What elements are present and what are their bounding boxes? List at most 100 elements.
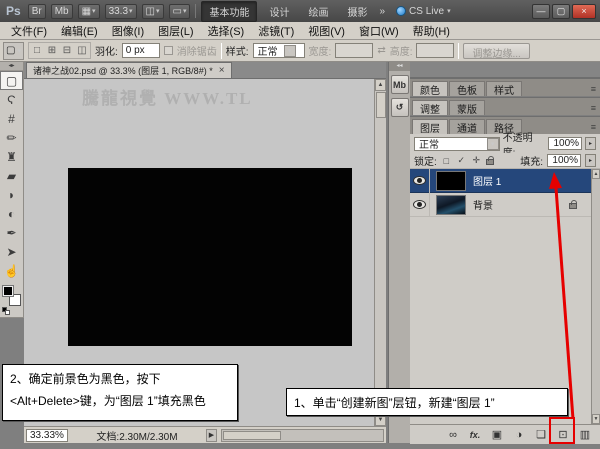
eraser-tool[interactable]: ▰	[0, 166, 23, 185]
document-tab[interactable]: 诸神之战02.psd @ 33.3% (图层 1, RGB/8#) * ×	[26, 62, 232, 78]
visibility-toggle[interactable]	[410, 169, 430, 193]
dock-collapse-toggle[interactable]: ◂◂	[389, 62, 410, 71]
rectangular-marquee-tool[interactable]: ▢	[0, 71, 23, 90]
menu-layer[interactable]: 图层(L)	[151, 21, 200, 41]
crop-tool[interactable]: #	[0, 109, 23, 128]
zoom-level-dropdown[interactable]: 33.3▾	[105, 4, 137, 19]
workspace-design-button[interactable]: 设计	[262, 2, 296, 21]
status-flyout-button[interactable]: ▶	[206, 429, 217, 442]
refine-edge-button[interactable]: 调整边缘...	[463, 43, 529, 59]
scroll-up-icon[interactable]: ▲	[592, 169, 600, 179]
opacity-input[interactable]: 100%	[548, 137, 582, 150]
intersect-selection-icon[interactable]: ◫	[75, 45, 89, 56]
launch-minibridge-button[interactable]: Mb	[51, 4, 73, 19]
tab-layers[interactable]: 图层	[412, 119, 448, 134]
blend-mode-select[interactable]: 正常 ▾	[414, 137, 500, 151]
lock-transparency-icon[interactable]: □	[441, 156, 452, 166]
layer-style-icon[interactable]: fx.	[468, 430, 482, 440]
tab-styles[interactable]: 样式	[486, 81, 522, 96]
cs-live-button[interactable]: CS Live ▾	[396, 6, 451, 17]
close-button[interactable]: ×	[572, 4, 596, 19]
style-select[interactable]: 正常 ▾	[253, 43, 305, 58]
hand-tool[interactable]: ☝	[0, 261, 23, 280]
lock-position-icon[interactable]: ✛	[471, 155, 482, 166]
menu-window[interactable]: 窗口(W)	[352, 21, 406, 41]
minibridge-panel-button[interactable]: Mb	[391, 75, 409, 94]
workspace-overflow-button[interactable]: »	[379, 6, 385, 17]
vertical-scrollbar[interactable]: ▲ ▼	[374, 79, 386, 426]
subtract-selection-icon[interactable]: ⊟	[60, 45, 74, 56]
filled-black-layer-canvas[interactable]	[68, 168, 352, 346]
horizontal-scrollbar[interactable]	[221, 429, 384, 442]
panel-menu-icon[interactable]: ≡	[591, 122, 598, 134]
brush-tool[interactable]: ✏	[0, 128, 23, 147]
toolbar-collapse-toggle[interactable]: ◂▸	[0, 62, 23, 71]
foreground-color-swatch[interactable]	[2, 285, 14, 297]
opacity-spinner-icon[interactable]: ▸	[585, 137, 596, 150]
visibility-toggle[interactable]	[410, 193, 430, 217]
fill-spinner-icon[interactable]: ▸	[585, 154, 596, 167]
layer-name[interactable]: 图层 1	[473, 173, 501, 188]
lock-all-icon[interactable]	[486, 159, 494, 165]
panel-menu-icon[interactable]: ≡	[591, 84, 598, 96]
workspace-painting-button[interactable]: 绘画	[301, 2, 335, 21]
feather-input[interactable]: 0 px	[122, 43, 160, 58]
tab-color[interactable]: 颜色	[412, 81, 448, 96]
workspace-essentials-button[interactable]: 基本功能	[201, 1, 257, 22]
path-selection-tool[interactable]: ➤	[0, 242, 23, 261]
menu-help[interactable]: 帮助(H)	[406, 21, 457, 41]
layer-row-background[interactable]: 背景	[410, 193, 591, 217]
fill-label: 填充:	[520, 153, 543, 168]
horizontal-scroll-thumb[interactable]	[223, 431, 281, 440]
swap-dimensions-icon[interactable]: ⇄	[377, 45, 385, 56]
delete-layer-icon[interactable]: ▥	[578, 428, 592, 441]
tab-masks[interactable]: 蒙版	[449, 100, 485, 115]
scroll-up-icon[interactable]: ▲	[375, 79, 386, 91]
clone-stamp-tool[interactable]: ♜	[0, 147, 23, 166]
layers-scrollbar[interactable]: ▲ ▼	[591, 169, 600, 424]
background-thumbnail[interactable]	[436, 195, 466, 215]
add-selection-icon[interactable]: ⊞	[45, 45, 59, 56]
default-colors-icon[interactable]	[2, 307, 10, 315]
status-zoom-input[interactable]: 33.33%	[26, 429, 68, 442]
menu-edit[interactable]: 编辑(E)	[54, 21, 105, 41]
workspace-photography-button[interactable]: 摄影	[340, 2, 374, 21]
dodge-tool[interactable]: ◐	[0, 204, 23, 223]
layer-row-layer1[interactable]: 图层 1	[410, 169, 591, 193]
fill-input[interactable]: 100%	[547, 154, 581, 167]
arrange-documents-button[interactable]: ▦▾	[78, 4, 100, 19]
antialias-checkbox[interactable]	[164, 46, 173, 55]
history-panel-button[interactable]: ↺	[391, 98, 409, 117]
vertical-scroll-thumb[interactable]	[376, 92, 386, 118]
lasso-tool[interactable]: Ϛ	[0, 90, 23, 109]
menu-image[interactable]: 图像(I)	[105, 21, 151, 41]
link-layers-icon[interactable]: ∞	[446, 429, 460, 441]
blur-tool[interactable]: ◗	[0, 185, 23, 204]
new-group-icon[interactable]: ❏	[534, 428, 548, 441]
height-input[interactable]	[416, 43, 454, 58]
layer1-thumbnail[interactable]	[436, 171, 466, 191]
restore-button[interactable]: ▢	[552, 4, 570, 19]
minimize-button[interactable]: —	[532, 4, 550, 19]
tab-adjustments[interactable]: 调整	[412, 100, 448, 115]
pen-tool[interactable]: ✒	[0, 223, 23, 242]
tool-preset-picker[interactable]: ▢ ▾	[3, 42, 24, 60]
menu-select[interactable]: 选择(S)	[201, 21, 252, 41]
close-document-icon[interactable]: ×	[219, 65, 225, 76]
screen-mode-button[interactable]: ▭▾	[169, 4, 191, 19]
scroll-down-icon[interactable]: ▼	[592, 414, 600, 424]
add-layer-mask-icon[interactable]: ▣	[490, 428, 504, 441]
tab-swatches[interactable]: 色板	[449, 81, 485, 96]
view-extras-button[interactable]: ◫▾	[142, 4, 164, 19]
launch-bridge-button[interactable]: Br	[28, 4, 46, 19]
lock-pixels-icon[interactable]: ✓	[456, 155, 467, 166]
menu-filter[interactable]: 滤镜(T)	[251, 21, 301, 41]
layer-name[interactable]: 背景	[473, 197, 493, 212]
panel-menu-icon[interactable]: ≡	[591, 103, 598, 115]
new-selection-icon[interactable]: □	[30, 45, 44, 56]
adjustment-layer-icon[interactable]: ◑	[512, 429, 526, 441]
tab-channels[interactable]: 通道	[449, 119, 485, 134]
menu-file[interactable]: 文件(F)	[4, 21, 54, 41]
width-input[interactable]	[335, 43, 373, 58]
menu-view[interactable]: 视图(V)	[301, 21, 352, 41]
